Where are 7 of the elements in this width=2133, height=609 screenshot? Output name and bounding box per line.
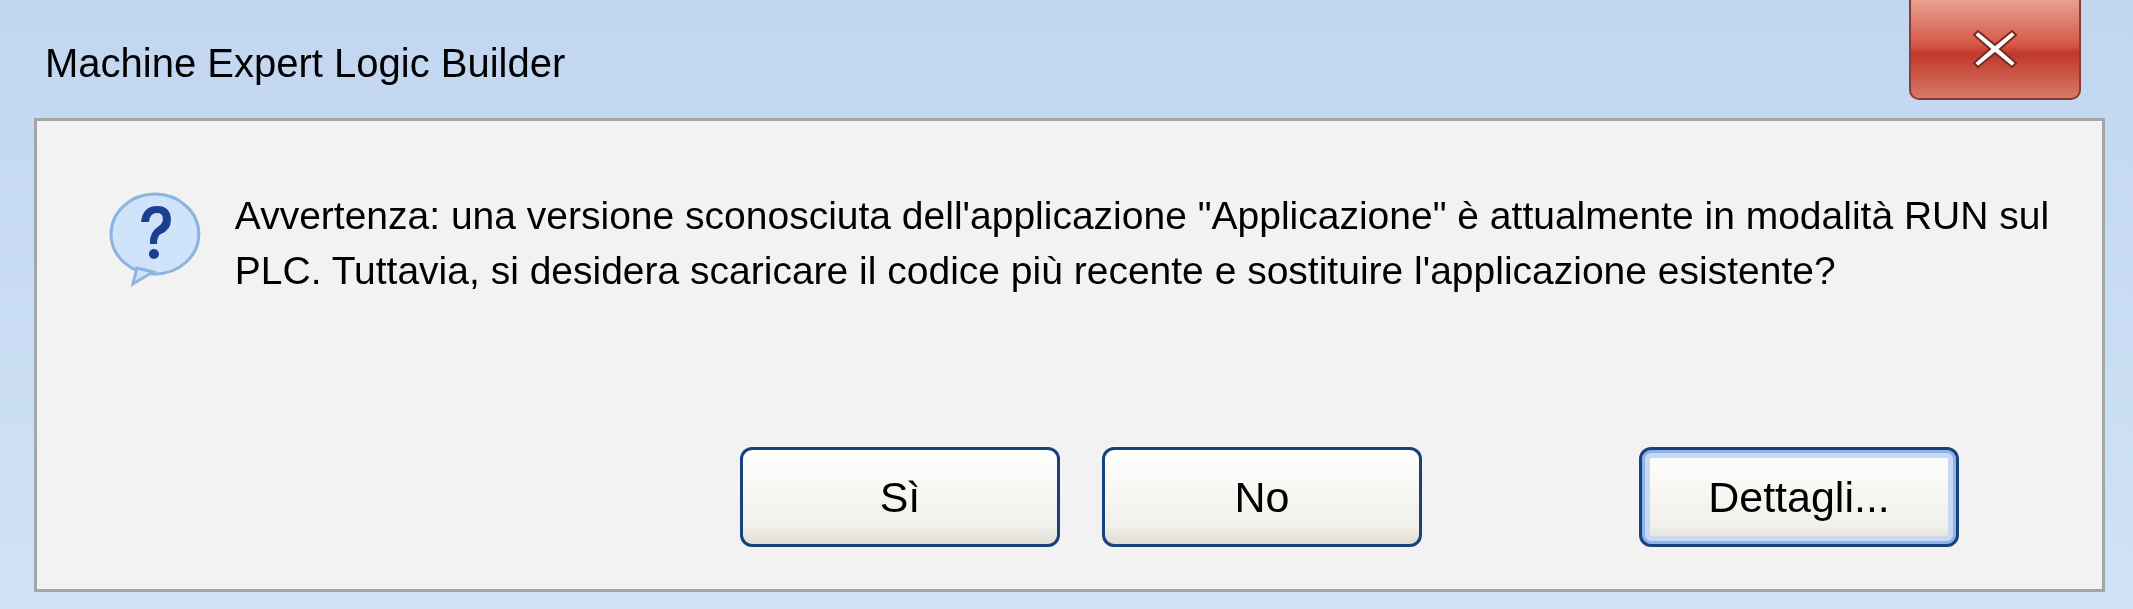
dialog-button[interactable]: No [1102,447,1422,547]
dialog-button[interactable]: Dettagli... [1639,447,1959,547]
dialog-button[interactable]: Sì [740,447,1060,547]
close-icon [1970,27,2020,71]
window-title: Machine Expert Logic Builder [45,41,566,86]
close-button[interactable] [1909,0,2081,100]
warning-message: Avvertenza: una versione sconosciuta dell'applicazione "Applicazione" è attualmente in modalità RUN sul PLC. Tuttavia, si desidera scaricare il codice più recente e sostituire l'applicazione esistente? [234,193,2051,294]
